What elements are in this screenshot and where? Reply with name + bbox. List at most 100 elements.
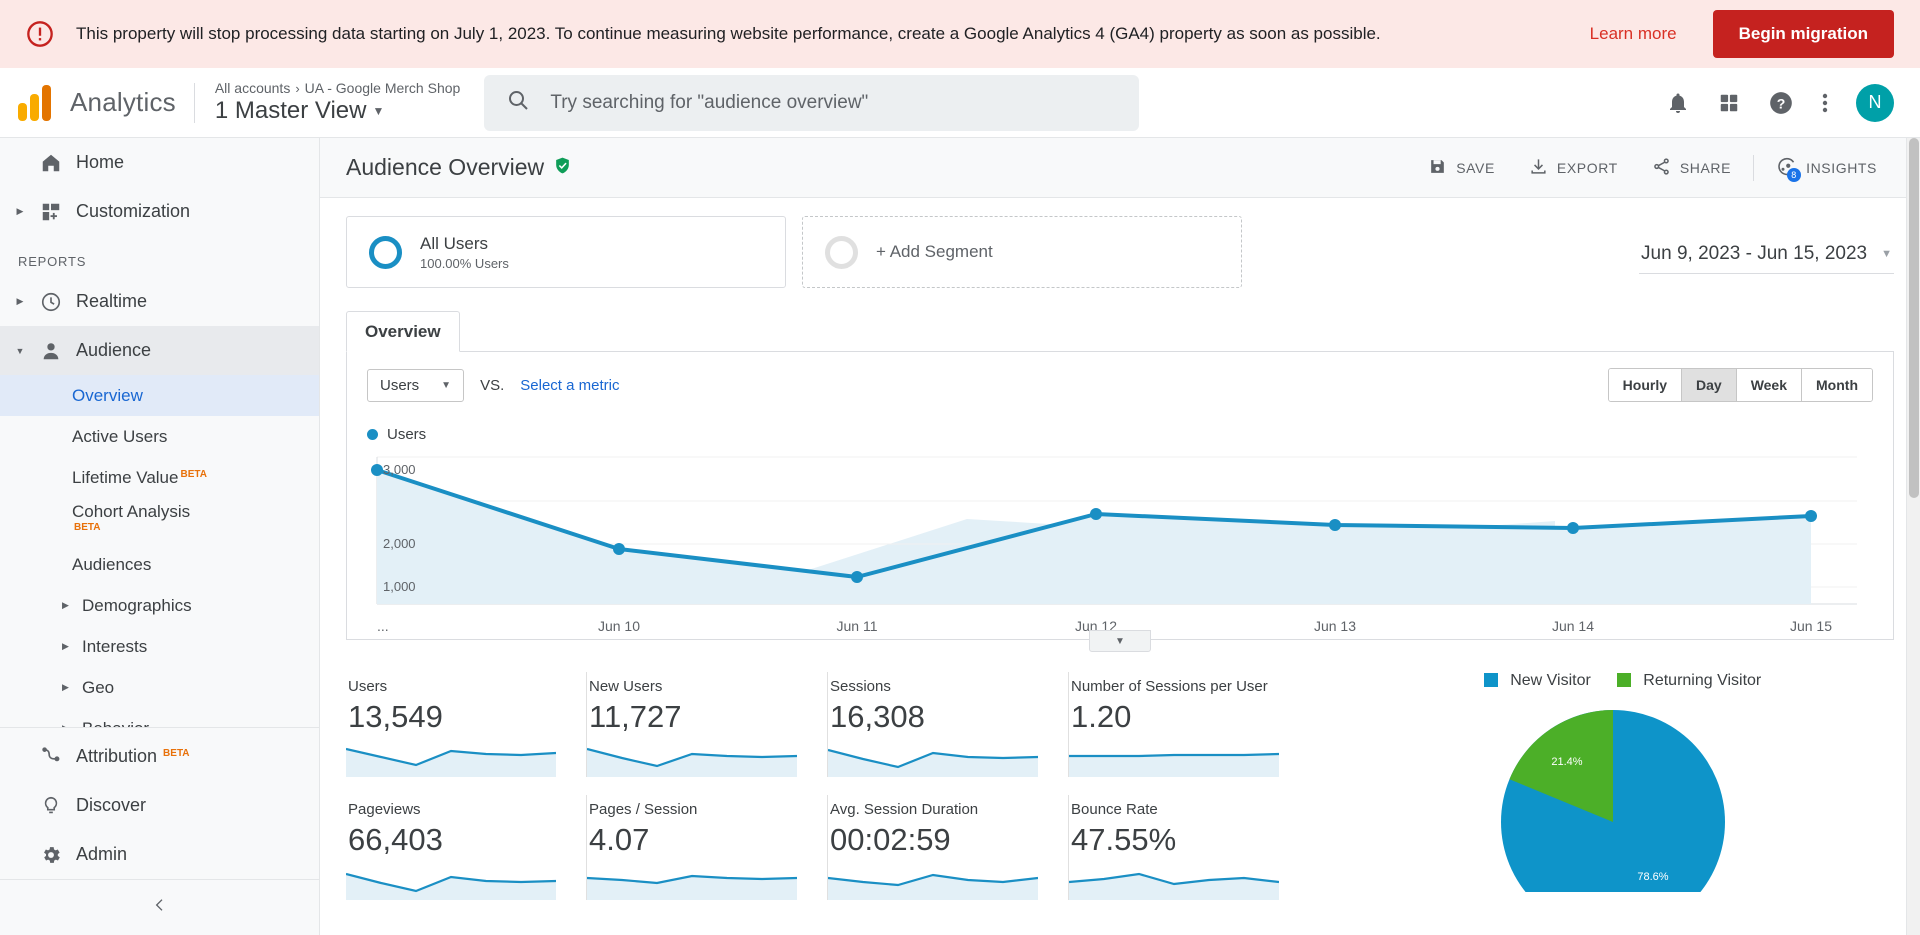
help-icon[interactable]: ? xyxy=(1768,90,1794,116)
metric-label: Avg. Session Duration xyxy=(830,801,979,818)
granularity-hourly[interactable]: Hourly xyxy=(1608,369,1682,401)
vertical-scrollbar[interactable] xyxy=(1906,138,1920,935)
chevron-down-icon: ▼ xyxy=(1881,247,1892,260)
sparkline xyxy=(587,874,797,900)
sidebar-item-lifetime-value[interactable]: Lifetime Value BETA xyxy=(0,457,319,498)
share-button[interactable]: SHARE xyxy=(1635,157,1748,179)
metric-value: 66,403 xyxy=(348,822,443,857)
sidebar-subitem-label: Geo xyxy=(82,677,115,697)
chart-expand-handle[interactable]: ▼ xyxy=(1089,630,1151,652)
legend-swatch-new-visitor xyxy=(1483,673,1498,687)
learn-more-link[interactable]: Learn more xyxy=(1590,24,1677,44)
gear-icon xyxy=(30,844,72,866)
metric-select[interactable]: Users ▼ xyxy=(367,368,465,402)
date-range-picker[interactable]: Jun 9, 2023 - Jun 15, 2023 ▼ xyxy=(1639,237,1894,274)
metric-value: 1.20 xyxy=(1071,699,1132,734)
chart-controls: Users ▼ VS. Select a metric Hourly Day W… xyxy=(367,368,1873,402)
sparkline xyxy=(587,747,797,777)
users-line-chart[interactable]: 3,000 2,000 1,000 ... Jun 10 Jun 11 Jun … xyxy=(367,449,1873,652)
sidebar-item-audiences[interactable]: Audiences xyxy=(0,544,319,585)
pie-legend: New Visitor Returning Visitor xyxy=(1351,672,1894,690)
select-a-metric-link[interactable]: Select a metric xyxy=(520,377,619,394)
metric-value: 47.55% xyxy=(1071,822,1177,857)
chevron-down-icon: ▼ xyxy=(372,104,385,118)
sparkline xyxy=(346,872,556,900)
beta-badge: BETA xyxy=(163,748,190,759)
main-content: Audience Overview SAVE EXPORT SHARE 8 IN… xyxy=(320,138,1920,935)
granularity-day[interactable]: Day xyxy=(1682,369,1737,401)
divider xyxy=(1753,154,1755,181)
visitor-type-pie-chart[interactable]: 21.4% 78.6% xyxy=(1493,702,1753,892)
metric-card-sessions[interactable]: Sessions 16,308 xyxy=(828,672,1069,777)
metric-card-bounce-rate[interactable]: Bounce Rate 47.55% xyxy=(1069,795,1310,900)
avatar[interactable]: N xyxy=(1856,83,1894,122)
breadcrumb-property[interactable]: UA - Google Merch Shop xyxy=(305,80,461,96)
legend-label-users: Users xyxy=(387,426,427,443)
x-tick-6: Jun 15 xyxy=(1790,618,1832,634)
y-tick-2000: 2,000 xyxy=(383,536,416,551)
metric-card-sessions-per-user[interactable]: Number of Sessions per User 1.20 xyxy=(1069,672,1310,777)
add-segment-donut-icon xyxy=(825,235,858,269)
sidebar-item-label: Admin xyxy=(76,844,128,864)
segment-all-users[interactable]: All Users 100.00% Users xyxy=(346,216,786,288)
chevron-right-icon: ▶ xyxy=(16,206,24,216)
sidebar-item-geo[interactable]: ▶ Geo xyxy=(0,667,319,708)
insights-button[interactable]: 8 INSIGHTS xyxy=(1759,157,1894,182)
sidebar-item-discover[interactable]: Discover xyxy=(0,781,319,830)
breadcrumb-account[interactable]: All accounts xyxy=(215,80,290,96)
insights-icon: 8 xyxy=(1776,157,1802,182)
segment-name: All Users xyxy=(420,234,489,254)
granularity-week[interactable]: Week xyxy=(1736,369,1803,401)
metric-card-pages-per-session[interactable]: Pages / Session 4.07 xyxy=(587,795,828,900)
save-button[interactable]: SAVE xyxy=(1411,157,1512,179)
banner-message: This property will stop processing data … xyxy=(76,23,1381,43)
metric-card-pageviews[interactable]: Pageviews 66,403 xyxy=(346,795,587,900)
metric-card-users[interactable]: Users 13,549 xyxy=(346,672,587,777)
metric-label: Bounce Rate xyxy=(1071,801,1158,818)
error-outline-icon xyxy=(26,20,54,48)
x-tick-0: ... xyxy=(377,618,389,634)
metric-card-new-users[interactable]: New Users 11,727 xyxy=(587,672,828,777)
sidebar-item-audience[interactable]: ▼ Audience xyxy=(0,326,319,375)
metric-label: Sessions xyxy=(830,678,891,695)
sidebar-item-customization[interactable]: ▶ Customization xyxy=(0,187,319,236)
sidebar-item-attribution[interactable]: Attribution BETA xyxy=(0,732,319,781)
chevron-right-icon: ▶ xyxy=(62,682,69,692)
sidebar-item-realtime[interactable]: ▶ Realtime xyxy=(0,277,319,326)
tab-overview[interactable]: Overview xyxy=(346,311,460,352)
sidebar-item-label: Realtime xyxy=(76,291,148,311)
sidebar-item-cohort-analysis[interactable]: Cohort Analysis BETA xyxy=(0,498,319,544)
search-input[interactable] xyxy=(550,91,1118,114)
pie-label-new-visitor: 78.6% xyxy=(1637,871,1668,883)
scrollbar-thumb[interactable] xyxy=(1909,138,1919,498)
sidebar-item-interests[interactable]: ▶ Interests xyxy=(0,626,319,667)
search-box[interactable] xyxy=(484,74,1140,131)
view-selector[interactable]: 1 Master View ▼ xyxy=(215,97,460,125)
account-selector[interactable]: All accounts › UA - Google Merch Shop 1 … xyxy=(215,80,460,125)
svg-text:?: ? xyxy=(1777,95,1786,111)
metric-grid: Users 13,549 New Users 11,727 Sessions 1… xyxy=(346,672,1311,900)
sidebar-collapse-button[interactable] xyxy=(0,879,319,935)
sidebar-item-home[interactable]: Home xyxy=(0,138,319,187)
export-button[interactable]: EXPORT xyxy=(1512,157,1635,179)
more-vert-icon[interactable] xyxy=(1822,91,1828,115)
new-vs-returning-panel: New Visitor Returning Visitor 21.4% 78.6… xyxy=(1311,672,1894,900)
sidebar-item-active-users[interactable]: Active Users xyxy=(0,416,319,457)
metric-value: 00:02:59 xyxy=(830,822,951,857)
metric-label: Users xyxy=(348,678,388,695)
legend-returning-visitor: Returning Visitor xyxy=(1616,672,1761,690)
y-tick-1000: 1,000 xyxy=(383,579,416,594)
bell-icon[interactable] xyxy=(1666,91,1690,115)
granularity-month[interactable]: Month xyxy=(1802,369,1872,401)
sidebar-item-overview[interactable]: Overview xyxy=(0,375,319,416)
add-segment-button[interactable]: + Add Segment xyxy=(802,216,1242,288)
sidebar-item-behavior[interactable]: ▶ Behavior xyxy=(0,708,319,728)
sidebar-item-demographics[interactable]: ▶ Demographics xyxy=(0,585,319,626)
sparkline xyxy=(828,748,1038,777)
sidebar-item-admin[interactable]: Admin xyxy=(0,830,319,879)
begin-migration-button[interactable]: Begin migration xyxy=(1712,10,1894,58)
y-tick-3000: 3,000 xyxy=(383,462,416,477)
metric-card-avg-session-duration[interactable]: Avg. Session Duration 00:02:59 xyxy=(828,795,1069,900)
sidebar-section-reports: REPORTS xyxy=(18,254,87,269)
apps-grid-icon[interactable] xyxy=(1718,92,1740,114)
